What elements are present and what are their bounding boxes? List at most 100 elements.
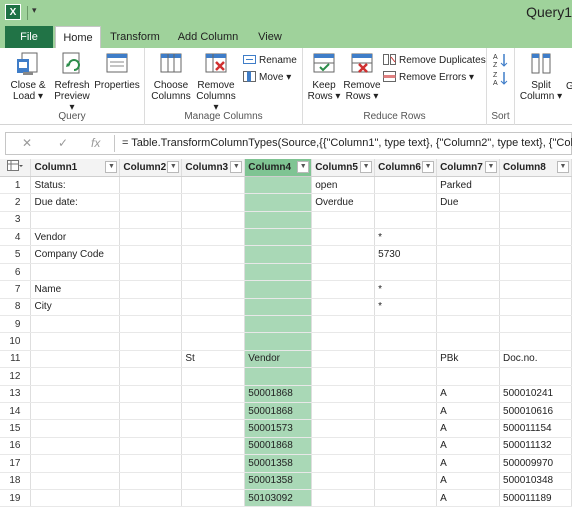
row-number[interactable]: 1 [0,176,32,195]
table-cell[interactable] [181,193,246,212]
table-cell[interactable] [119,228,183,247]
table-cell[interactable]: Doc.no. [499,350,572,369]
table-cell[interactable] [119,437,183,456]
column-header-column2[interactable]: Column2 ▼ [119,159,183,177]
table-cell[interactable] [499,176,572,195]
table-cell[interactable] [181,228,246,247]
table-cell[interactable] [119,245,183,264]
table-cell[interactable]: 5730 [374,245,438,264]
table-cell[interactable]: 500010241 [499,385,572,403]
table-cell[interactable] [244,228,313,247]
rename-button[interactable]: Rename [243,52,297,69]
table-cell[interactable]: A [436,437,501,456]
table-cell[interactable] [119,350,183,369]
table-cell[interactable]: Due [436,193,501,212]
table-cell[interactable] [311,280,376,299]
table-cell[interactable]: 50001868 [244,402,313,421]
table-cell[interactable] [374,176,438,195]
table-cell[interactable] [311,228,376,247]
table-cell[interactable]: 500011132 [499,437,572,456]
table-cell[interactable] [30,402,121,421]
row-number[interactable]: 15 [0,419,32,438]
table-cell[interactable]: Overdue [311,193,376,212]
table-cell[interactable]: A [436,385,501,403]
table-cell[interactable]: PBk [436,350,501,369]
table-cell[interactable] [30,332,121,351]
row-number[interactable]: 16 [0,437,32,456]
table-cell[interactable] [374,315,438,334]
table-cell[interactable]: A [436,489,501,508]
table-cell[interactable] [311,350,376,369]
row-number[interactable]: 10 [0,332,32,351]
table-cell[interactable] [244,280,313,299]
table-cell[interactable] [374,350,438,369]
table-cell[interactable] [119,193,183,212]
table-cell[interactable] [244,211,313,230]
table-cell[interactable] [374,437,438,456]
filter-dropdown-icon[interactable]: ▼ [485,161,498,173]
table-menu-icon[interactable] [0,159,32,177]
table-cell[interactable] [499,245,572,264]
row-number[interactable]: 6 [0,263,32,282]
table-cell[interactable] [311,332,376,351]
table-cell[interactable] [311,419,376,438]
table-cell[interactable] [374,402,438,421]
column-header-column4[interactable]: Column4 ▼ [244,159,313,177]
table-cell[interactable]: 50001358 [244,454,313,473]
table-cell[interactable]: A [436,472,501,490]
tab-file[interactable]: File [5,26,53,48]
table-cell[interactable]: Parked [436,176,501,195]
table-cell[interactable] [181,211,246,230]
table-cell[interactable] [499,315,572,334]
table-cell[interactable] [436,367,501,386]
table-cell[interactable] [374,489,438,508]
table-cell[interactable] [244,332,313,351]
table-cell[interactable] [181,315,246,334]
table-cell[interactable]: * [374,280,438,299]
table-cell[interactable]: St [181,350,246,369]
table-cell[interactable]: 500010616 [499,402,572,421]
table-cell[interactable] [30,419,121,438]
table-cell[interactable] [119,385,183,403]
cancel-formula-icon[interactable]: ✕ [22,136,32,150]
table-cell[interactable] [181,176,246,195]
table-cell[interactable] [30,367,121,386]
row-number[interactable]: 5 [0,245,32,264]
column-header-column6[interactable]: Column6 ▼ [374,159,438,177]
table-cell[interactable] [436,298,501,317]
table-cell[interactable] [119,263,183,282]
table-cell[interactable]: 50103092 [244,489,313,508]
table-cell[interactable]: City [30,298,121,317]
column-header-column7[interactable]: Column7 ▼ [436,159,501,177]
table-cell[interactable] [181,419,246,438]
table-cell[interactable]: A [436,454,501,473]
table-cell[interactable] [119,454,183,473]
row-number[interactable]: 13 [0,385,32,403]
table-cell[interactable] [181,298,246,317]
filter-dropdown-icon[interactable]: ▼ [557,161,569,173]
tab-view[interactable]: View [250,26,290,48]
table-cell[interactable] [30,263,121,282]
table-cell[interactable]: 500009970 [499,454,572,473]
properties-button[interactable]: Properties [94,51,140,91]
table-cell[interactable] [244,263,313,282]
table-cell[interactable] [119,332,183,351]
table-cell[interactable] [181,332,246,351]
table-cell[interactable]: 500011189 [499,489,572,508]
table-cell[interactable] [30,489,121,508]
formula-input[interactable]: = Table.TransformColumnTypes(Source,{{"C… [122,137,572,149]
table-cell[interactable] [30,454,121,473]
table-cell[interactable] [311,298,376,317]
table-cell[interactable]: 50001868 [244,437,313,456]
table-cell[interactable] [119,489,183,508]
table-cell[interactable]: 500010348 [499,472,572,490]
table-cell[interactable] [244,367,313,386]
split-column-button[interactable]: Split Column ▾ [519,51,563,102]
table-cell[interactable]: open [311,176,376,195]
table-cell[interactable] [436,211,501,230]
table-cell[interactable] [119,419,183,438]
row-number[interactable]: 7 [0,280,32,299]
close-load-button[interactable]: Close & Load ▾ [8,51,48,102]
table-cell[interactable] [499,211,572,230]
table-cell[interactable] [244,298,313,317]
